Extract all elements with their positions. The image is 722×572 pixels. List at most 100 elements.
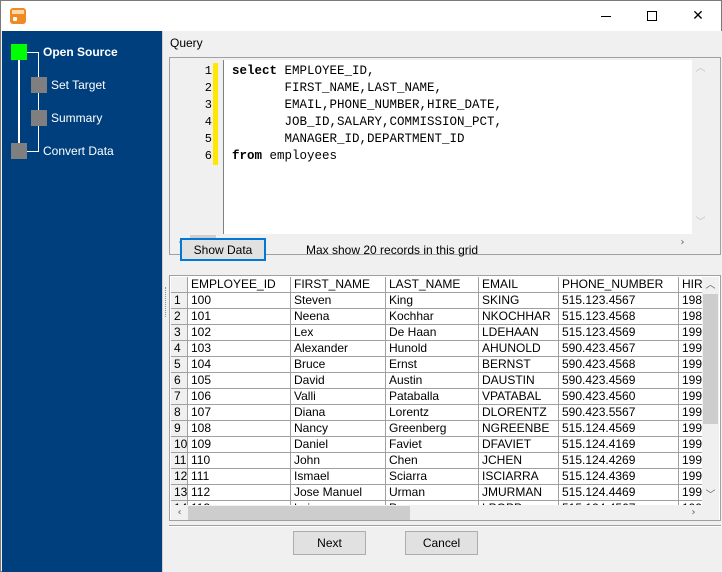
grid-cell[interactable]: Lex <box>291 325 386 341</box>
grid-cell[interactable]: 515.123.4569 <box>559 325 679 341</box>
close-button[interactable]: ✕ <box>675 1 721 31</box>
grid-cell[interactable]: AHUNOLD <box>479 341 559 357</box>
scroll-left-icon[interactable]: ‹ <box>171 504 188 520</box>
minimize-button[interactable] <box>583 1 629 31</box>
column-header[interactable]: LAST_NAME <box>386 277 479 293</box>
table-row[interactable]: 3 102 Lex De Haan LDEHAAN 515.123.4569 199 <box>171 325 709 341</box>
table-row[interactable]: 6 105 David Austin DAUSTIN 590.423.4569 199 <box>171 373 709 389</box>
grid-cell[interactable]: 590.423.4568 <box>559 357 679 373</box>
grid-cell[interactable]: David <box>291 373 386 389</box>
grid-cell[interactable]: 111 <box>188 469 291 485</box>
grid-cell[interactable]: DLORENTZ <box>479 405 559 421</box>
grid-cell[interactable]: Austin <box>386 373 479 389</box>
row-number[interactable]: 10 <box>171 437 188 453</box>
grid-cell[interactable]: 515.123.4567 <box>559 293 679 309</box>
scrollbar-thumb[interactable] <box>188 506 410 520</box>
grid-cell[interactable]: Nancy <box>291 421 386 437</box>
grid-cell[interactable]: Valli <box>291 389 386 405</box>
grid-corner[interactable] <box>171 277 188 293</box>
row-number[interactable]: 6 <box>171 373 188 389</box>
table-row[interactable]: 2 101 Neena Kochhar NKOCHHAR 515.123.4568 198 <box>171 309 709 325</box>
row-number[interactable]: 8 <box>171 405 188 421</box>
grid-cell[interactable]: Steven <box>291 293 386 309</box>
row-number[interactable]: 13 <box>171 485 188 501</box>
grid-cell[interactable]: 107 <box>188 405 291 421</box>
grid-cell[interactable]: 101 <box>188 309 291 325</box>
grid-cell[interactable]: JMURMAN <box>479 485 559 501</box>
scroll-right-icon[interactable]: › <box>685 504 702 520</box>
grid-cell[interactable]: King <box>386 293 479 309</box>
grid-cell[interactable]: Kochhar <box>386 309 479 325</box>
grid-cell[interactable]: 102 <box>188 325 291 341</box>
query-editor[interactable]: 1 2 3 4 5 6 select EMPLOYEE_ID, FIRST_NA… <box>172 60 692 234</box>
grid-cell[interactable]: NKOCHHAR <box>479 309 559 325</box>
table-row[interactable]: 1 100 Steven King SKING 515.123.4567 198 <box>171 293 709 309</box>
grid-cell[interactable]: 515.124.4569 <box>559 421 679 437</box>
grid-cell[interactable]: Pataballa <box>386 389 479 405</box>
grid-cell[interactable]: Ismael <box>291 469 386 485</box>
grid-cell[interactable]: John <box>291 453 386 469</box>
grid-cell[interactable]: Hunold <box>386 341 479 357</box>
scroll-right-icon[interactable]: › <box>674 234 691 251</box>
editor-vertical-scrollbar[interactable]: ︿ ﹀ <box>692 60 709 234</box>
grid-cell[interactable]: 590.423.4560 <box>559 389 679 405</box>
grid-cell[interactable]: Urman <box>386 485 479 501</box>
column-header[interactable]: PHONE_NUMBER <box>559 277 679 293</box>
cancel-button[interactable]: Cancel <box>405 531 478 555</box>
scroll-down-icon[interactable]: ﹀ <box>702 487 719 504</box>
splitter-handle[interactable] <box>165 287 167 317</box>
scroll-up-icon[interactable]: ︿ <box>702 277 719 294</box>
grid-cell[interactable]: 110 <box>188 453 291 469</box>
grid-cell[interactable]: 515.124.4169 <box>559 437 679 453</box>
grid-cell[interactable]: Greenberg <box>386 421 479 437</box>
row-number[interactable]: 5 <box>171 357 188 373</box>
grid-cell[interactable]: 515.124.4469 <box>559 485 679 501</box>
grid-cell[interactable]: Bruce <box>291 357 386 373</box>
grid-cell[interactable]: Lorentz <box>386 405 479 421</box>
grid-cell[interactable]: Faviet <box>386 437 479 453</box>
table-row[interactable]: 10 109 Daniel Faviet DFAVIET 515.124.4169 199 <box>171 437 709 453</box>
scroll-down-icon[interactable]: ﹀ <box>692 214 709 231</box>
grid-cell[interactable]: 590.423.5567 <box>559 405 679 421</box>
row-number[interactable]: 11 <box>171 453 188 469</box>
row-number[interactable]: 4 <box>171 341 188 357</box>
grid-cell[interactable]: VPATABAL <box>479 389 559 405</box>
grid-cell[interactable]: 108 <box>188 421 291 437</box>
grid-cell[interactable]: Ernst <box>386 357 479 373</box>
table-row[interactable]: 7 106 Valli Pataballa VPATABAL 590.423.4560 19… <box>171 389 709 405</box>
grid-cell[interactable]: Chen <box>386 453 479 469</box>
table-row[interactable]: 13 112 Jose Manuel Urman JMURMAN 515.124.4469… <box>171 485 709 501</box>
grid-cell[interactable]: BERNST <box>479 357 559 373</box>
grid-cell[interactable]: 103 <box>188 341 291 357</box>
grid-cell[interactable]: Alexander <box>291 341 386 357</box>
grid-cell[interactable]: 104 <box>188 357 291 373</box>
row-number[interactable]: 1 <box>171 293 188 309</box>
row-number[interactable]: 9 <box>171 421 188 437</box>
grid-cell[interactable]: De Haan <box>386 325 479 341</box>
table-row[interactable]: 11 110 John Chen JCHEN 515.124.4269 199 <box>171 453 709 469</box>
grid-horizontal-scrollbar[interactable]: ‹ › <box>171 504 719 520</box>
grid-cell[interactable]: NGREENBE <box>479 421 559 437</box>
table-row[interactable]: 5 104 Bruce Ernst BERNST 590.423.4568 199 <box>171 357 709 373</box>
grid-cell[interactable]: Sciarra <box>386 469 479 485</box>
grid-cell[interactable]: 100 <box>188 293 291 309</box>
grid-cell[interactable]: 105 <box>188 373 291 389</box>
grid-cell[interactable]: 515.124.4369 <box>559 469 679 485</box>
column-header[interactable]: FIRST_NAME <box>291 277 386 293</box>
grid-cell[interactable]: SKING <box>479 293 559 309</box>
show-data-button[interactable]: Show Data <box>180 238 266 261</box>
grid-cell[interactable]: 112 <box>188 485 291 501</box>
table-row[interactable]: 8 107 Diana Lorentz DLORENTZ 590.423.5567 199 <box>171 405 709 421</box>
column-header[interactable]: EMAIL <box>479 277 559 293</box>
grid-cell[interactable]: 109 <box>188 437 291 453</box>
grid-cell[interactable]: ISCIARRA <box>479 469 559 485</box>
grid-cell[interactable]: 106 <box>188 389 291 405</box>
grid-cell[interactable]: 515.123.4568 <box>559 309 679 325</box>
next-button[interactable]: Next <box>293 531 366 555</box>
row-number[interactable]: 7 <box>171 389 188 405</box>
table-row[interactable]: 12 111 Ismael Sciarra ISCIARRA 515.124.4369 19… <box>171 469 709 485</box>
grid-cell[interactable]: 590.423.4569 <box>559 373 679 389</box>
table-row[interactable]: 4 103 Alexander Hunold AHUNOLD 590.423.4567 19… <box>171 341 709 357</box>
row-number[interactable]: 2 <box>171 309 188 325</box>
grid-cell[interactable]: DAUSTIN <box>479 373 559 389</box>
